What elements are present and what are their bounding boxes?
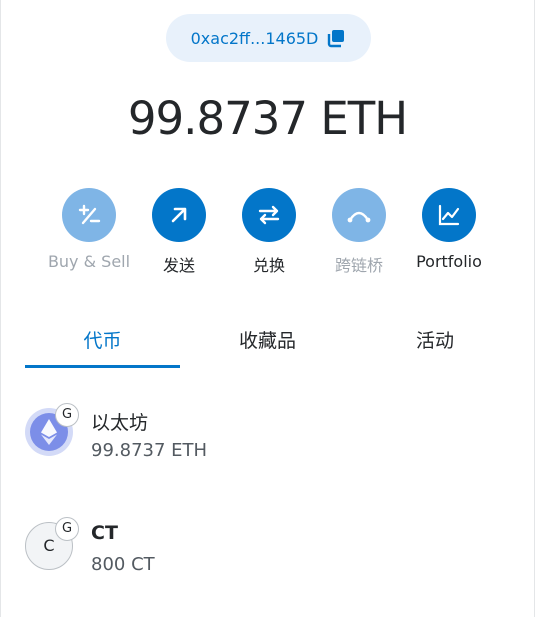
portfolio-label: Portfolio: [416, 252, 482, 271]
asset-name: CT: [91, 522, 118, 544]
tab-activity[interactable]: 活动: [355, 324, 515, 370]
tab-tokens[interactable]: 代币: [25, 324, 180, 370]
asset-amount: 800 CT: [91, 554, 155, 575]
plus-minus-icon: [62, 188, 116, 242]
asset-tabs: 代币 收藏品 活动: [25, 324, 515, 370]
swap-button[interactable]: 兑换: [224, 188, 314, 276]
buy-sell-button[interactable]: Buy & Sell: [44, 188, 134, 271]
action-buttons: Buy & Sell 发送 兑换 跨链桥 Portfolio: [0, 188, 535, 278]
tab-collectibles-label: 收藏品: [238, 330, 296, 352]
active-tab-indicator: [25, 365, 180, 368]
copy-icon[interactable]: [326, 28, 346, 48]
portfolio-button[interactable]: Portfolio: [404, 188, 494, 271]
swap-arrows-icon: [242, 188, 296, 242]
buy-sell-label: Buy & Sell: [47, 252, 131, 271]
asset-row-ct[interactable]: C G CT 800 CT: [25, 517, 515, 592]
asset-amount: 99.8737 ETH: [91, 440, 208, 461]
send-label: 发送: [162, 256, 195, 275]
network-badge: G: [55, 517, 79, 541]
bridge-icon: [332, 188, 386, 242]
account-address-button[interactable]: 0xac2ff...1465D: [166, 14, 371, 62]
chart-icon: [422, 188, 476, 242]
network-badge: G: [55, 403, 79, 427]
send-button[interactable]: 发送: [134, 188, 224, 276]
balance-amount: 99.8737 ETH: [127, 92, 408, 145]
account-address: 0xac2ff...1465D: [190, 28, 319, 48]
bridge-button[interactable]: 跨链桥: [314, 188, 404, 276]
asset-row-eth[interactable]: G 以太坊 99.8737 ETH: [25, 403, 515, 478]
tab-collectibles[interactable]: 收藏品: [190, 324, 345, 370]
swap-label: 兑换: [252, 256, 285, 275]
tab-activity-label: 活动: [415, 330, 454, 352]
tab-tokens-label: 代币: [83, 330, 122, 352]
arrow-up-right-icon: [152, 188, 206, 242]
asset-name: 以太坊: [91, 412, 149, 434]
bridge-label: 跨链桥: [334, 256, 383, 275]
